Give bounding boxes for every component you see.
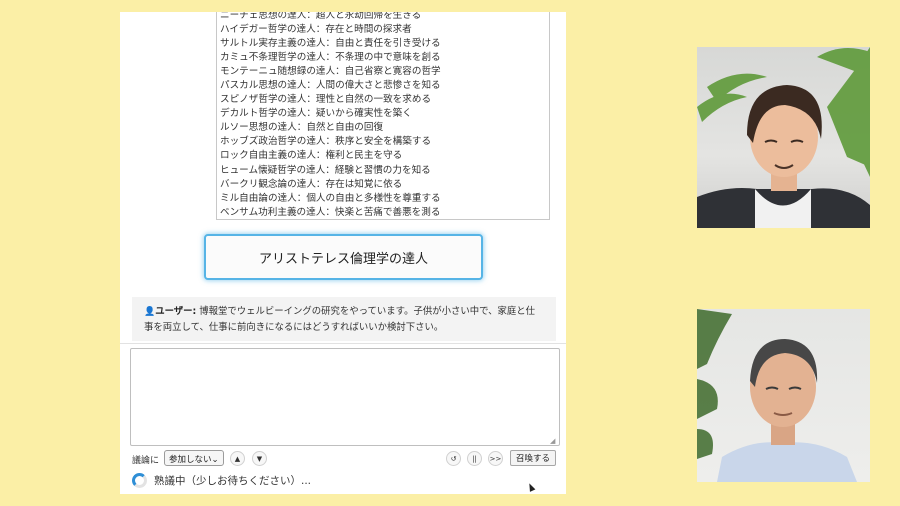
- message-input[interactable]: [130, 348, 560, 446]
- summon-button[interactable]: 召喚する: [510, 450, 556, 466]
- loading-spinner-icon: [132, 473, 147, 488]
- skip-button[interactable]: >>: [488, 451, 503, 466]
- participation-select-value: 参加しない: [169, 455, 212, 465]
- pause-button[interactable]: ||: [467, 451, 482, 466]
- debate-app-panel: ニーチェ思想の達人：超人と永劫回帰を生きる ハイデガー哲学の達人：存在と時間の探求…: [120, 12, 566, 494]
- expert-list-item[interactable]: ベンサム功利主義の達人：快楽と苦痛で善悪を測る: [220, 206, 549, 219]
- expert-list-item[interactable]: ロック自由主義の達人：権利と民主を守る: [220, 149, 549, 163]
- message-text: 博報堂でウェルビーイングの研究をやっています。子供が小さい中で、家庭と仕事を両立…: [144, 306, 535, 333]
- control-bar: 議論に 参加しない⌄ ▲ ▼ ↺ || >> 召喚する: [130, 450, 560, 468]
- expert-list-item[interactable]: パスカル思想の達人：人間の偉大さと悲惨さを知る: [220, 79, 549, 93]
- pause-icon: ||: [472, 454, 477, 463]
- arrow-up-icon: ▲: [234, 454, 241, 463]
- expert-list-item[interactable]: ホッブズ政治哲学の達人：秩序と安全を構築する: [220, 135, 549, 149]
- expert-list-item[interactable]: モンテーニュ随想録の達人：自己省察と寛容の哲学: [220, 65, 549, 79]
- video-tile-participant-1: [697, 47, 870, 228]
- skip-icon: >>: [489, 454, 502, 463]
- reset-button[interactable]: ↺: [446, 451, 461, 466]
- selected-expert-button[interactable]: アリストテレス倫理学の達人: [204, 234, 483, 280]
- selected-expert-label: アリストテレス倫理学の達人: [258, 251, 428, 267]
- expert-list-item[interactable]: ルソー思想の達人：自然と自由の回復: [220, 121, 549, 135]
- arrow-down-icon: ▼: [256, 454, 263, 463]
- video-tile-participant-2: [697, 309, 870, 482]
- participation-select[interactable]: 参加しない⌄: [164, 450, 224, 466]
- chat-message: 👤ユーザー: 博報堂でウェルビーイングの研究をやっています。子供が小さい中で、家…: [132, 297, 556, 341]
- expert-list-item[interactable]: カミュ不条理哲学の達人：不条理の中で意味を創る: [220, 51, 549, 65]
- resize-handle-icon[interactable]: ◢: [550, 437, 558, 445]
- expert-list-item[interactable]: バークリ観念論の達人：存在は知覚に依る: [220, 178, 549, 192]
- chevron-down-icon: ⌄: [211, 455, 219, 465]
- expert-list-item[interactable]: サルトル実存主義の達人：自由と責任を引き受ける: [220, 37, 549, 51]
- expert-list-item[interactable]: ミル自由論の達人：個人の自由と多様性を尊重する: [220, 192, 549, 206]
- expert-list-item[interactable]: ニーチェ思想の達人：超人と永劫回帰を生きる: [220, 12, 549, 23]
- expert-list-item[interactable]: ヒューム懐疑哲学の達人：経験と習慣の力を知る: [220, 164, 549, 178]
- expert-list-item[interactable]: デカルト哲学の達人：疑いから確実性を築く: [220, 107, 549, 121]
- reset-icon: ↺: [450, 454, 457, 463]
- expert-list-item[interactable]: スピノザ哲学の達人：理性と自然の一致を求める: [220, 93, 549, 107]
- status-text: 熟議中（少しお待ちください）...: [154, 475, 312, 487]
- summon-button-label: 召喚する: [515, 454, 550, 464]
- move-down-button[interactable]: ▼: [252, 451, 267, 466]
- participant-2-video: [697, 309, 857, 482]
- message-speaker: ユーザー:: [155, 306, 197, 317]
- participant-1-video: [697, 47, 870, 228]
- expert-list-item[interactable]: ハイデガー哲学の達人：存在と時間の探求者: [220, 23, 549, 37]
- move-up-button[interactable]: ▲: [230, 451, 245, 466]
- status-indicator: 熟議中（少しお待ちください）...: [132, 473, 311, 488]
- expert-listbox[interactable]: ニーチェ思想の達人：超人と永劫回帰を生きる ハイデガー哲学の達人：存在と時間の探求…: [216, 12, 550, 220]
- discussion-label: 議論に: [132, 456, 160, 466]
- user-icon: 👤: [144, 307, 156, 317]
- divider: [120, 343, 566, 344]
